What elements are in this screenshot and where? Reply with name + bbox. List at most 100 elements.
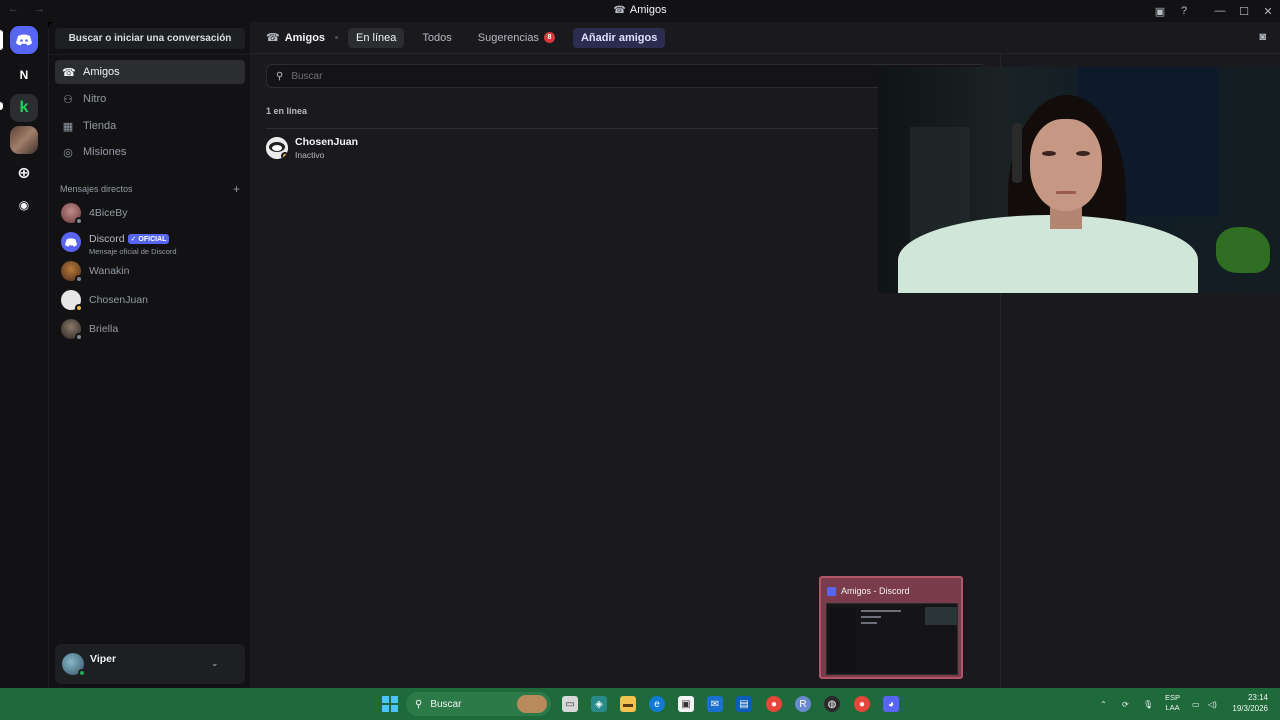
friends-icon: ☎ bbox=[613, 5, 626, 16]
dm-item[interactable]: 4BiceBy bbox=[55, 199, 245, 227]
notification-badge: 8 bbox=[543, 32, 555, 43]
mail-icon[interactable]: ✉ bbox=[707, 696, 723, 712]
app-icon[interactable]: ▤ bbox=[736, 696, 752, 712]
status-idle bbox=[75, 304, 83, 312]
taskbar-search[interactable]: ⚲ Buscar bbox=[406, 692, 551, 716]
preview-thumbnail bbox=[826, 603, 958, 675]
search-highlight-image bbox=[517, 695, 547, 713]
avatar bbox=[266, 136, 288, 159]
status-idle bbox=[281, 151, 288, 159]
friends-icon: ☎ bbox=[266, 32, 280, 44]
dm-item[interactable]: Briella bbox=[55, 315, 245, 343]
store-icon[interactable]: ▣ bbox=[678, 696, 694, 712]
maximize-button[interactable]: ☐ bbox=[1232, 5, 1256, 18]
sync-icon[interactable]: ⟳ bbox=[1122, 688, 1129, 720]
dm-item[interactable]: Wanakin bbox=[55, 257, 245, 285]
tab-all[interactable]: Todos bbox=[414, 28, 459, 48]
official-badge: ✓ OFICIAL bbox=[127, 233, 170, 244]
nav-shop[interactable]: ▦ Tienda bbox=[55, 114, 245, 138]
quests-icon: ◎ bbox=[63, 146, 73, 159]
server-n[interactable]: N bbox=[10, 61, 38, 89]
dm-name: 4BiceBy bbox=[89, 207, 128, 219]
preview-title: Amigos - Discord bbox=[827, 586, 910, 596]
create-dm-plus-icon[interactable]: + bbox=[233, 182, 240, 196]
edge-icon[interactable]: e bbox=[649, 696, 665, 712]
search-icon: ⚲ bbox=[276, 70, 284, 82]
dm-header-label: Mensajes directos bbox=[60, 184, 133, 194]
k-logo-icon: k bbox=[19, 99, 29, 116]
taskbar-window-preview[interactable]: Amigos - Discord bbox=[819, 576, 963, 679]
friends-icon: ☎ bbox=[62, 66, 76, 79]
nav-quests[interactable]: ◎ Misiones bbox=[55, 140, 245, 164]
divider bbox=[49, 54, 251, 55]
find-conversation-button[interactable]: Buscar o iniciar una conversación bbox=[55, 28, 245, 49]
widgets-icon[interactable]: ◈ bbox=[591, 696, 607, 712]
language-indicator[interactable]: ESP LAA bbox=[1165, 693, 1180, 713]
server-k[interactable]: k bbox=[10, 94, 38, 122]
avatar bbox=[61, 290, 83, 312]
webcam-overlay bbox=[878, 67, 1280, 293]
server-avatar[interactable] bbox=[10, 126, 38, 154]
avatar bbox=[61, 203, 83, 225]
add-server-icon[interactable]: ⊕ bbox=[10, 159, 38, 187]
discord-logo-icon bbox=[65, 237, 77, 246]
minimize-button[interactable]: — bbox=[1208, 5, 1232, 17]
avatar bbox=[61, 319, 83, 341]
friend-name: ChosenJuan bbox=[295, 135, 359, 148]
search-placeholder: Buscar bbox=[291, 70, 323, 82]
nav-nitro[interactable]: ⚇ Nitro bbox=[55, 87, 245, 111]
title-bar: ← → ☎ Amigos ▣ ? — ☐ ✕ bbox=[0, 0, 1280, 22]
record-app-icon[interactable]: ◍ bbox=[824, 696, 840, 712]
dm-name: Discord bbox=[89, 232, 125, 245]
discord-logo-icon bbox=[16, 34, 32, 46]
new-group-dm-icon[interactable]: ◙ bbox=[1259, 31, 1266, 43]
add-friend-button[interactable]: Añadir amigos bbox=[572, 27, 666, 48]
network-icon[interactable]: ▭ bbox=[1192, 688, 1200, 720]
person-face bbox=[1030, 119, 1102, 211]
clock[interactable]: 23:14 19/3/2026 bbox=[1232, 692, 1268, 714]
chrome-icon[interactable]: ● bbox=[854, 696, 870, 712]
dm-header: Mensajes directos + bbox=[60, 182, 240, 196]
friends-heading: ☎ Amigos bbox=[266, 31, 326, 45]
nav-friends[interactable]: ☎ Amigos bbox=[55, 60, 245, 84]
status-offline bbox=[75, 217, 83, 225]
friend-status: Inactivo bbox=[295, 149, 325, 160]
r-app-icon[interactable]: R bbox=[795, 696, 811, 712]
shop-icon: ▦ bbox=[62, 120, 74, 133]
user-avatar[interactable] bbox=[62, 653, 86, 677]
explore-compass-icon[interactable]: ◉ bbox=[10, 191, 38, 219]
task-view-icon[interactable]: ▭ bbox=[562, 696, 578, 712]
search-icon: ⚲ bbox=[415, 698, 423, 710]
dm-subtitle: Mensaje oficial de Discord bbox=[89, 246, 177, 256]
username: Viper bbox=[90, 653, 117, 665]
window-title: ☎ Amigos bbox=[613, 4, 667, 16]
server-list: N k ⊕ ◉ bbox=[0, 22, 48, 688]
window-controls: ▣ ? — ☐ ✕ bbox=[1148, 0, 1280, 22]
dm-item[interactable]: Discord ✓ OFICIAL Mensaje oficial de Disc… bbox=[55, 228, 245, 256]
chrome-icon[interactable]: ● bbox=[766, 696, 782, 712]
tab-suggestions[interactable]: Sugerencias 8 bbox=[470, 28, 563, 48]
chevron-up-icon[interactable]: ⌃ bbox=[1100, 688, 1107, 720]
taskbar: ⚲ Buscar ▭ ◈ ▬ e ▣ ✉ ▤ ● R ◍ ● ◕ ⌃ ⟳ 🎙 E… bbox=[0, 688, 1280, 720]
user-panel: Viper ⌄ ⌄ bbox=[55, 644, 257, 684]
plant-image bbox=[1216, 227, 1270, 273]
file-explorer-icon[interactable]: ▬ bbox=[620, 696, 636, 712]
dm-item[interactable]: ChosenJuan bbox=[55, 286, 245, 314]
dm-name: Wanakin bbox=[89, 265, 130, 277]
inbox-icon[interactable]: ▣ bbox=[1148, 5, 1172, 18]
windows-start-icon[interactable] bbox=[382, 696, 398, 712]
status-offline bbox=[75, 275, 83, 283]
close-button[interactable]: ✕ bbox=[1256, 5, 1280, 18]
home-discord-button[interactable] bbox=[10, 26, 38, 54]
microphone-icon[interactable]: 🎙 bbox=[1143, 688, 1153, 720]
nav-label: Tienda bbox=[83, 120, 117, 132]
nitro-icon: ⚇ bbox=[63, 93, 73, 106]
tab-online[interactable]: En línea bbox=[348, 27, 405, 48]
volume-icon[interactable]: ◁) bbox=[1208, 688, 1217, 720]
chevron-down-icon[interactable]: ⌄ bbox=[211, 658, 219, 669]
discord-taskbar-icon[interactable]: ◕ bbox=[883, 696, 899, 712]
dm-sidebar: Buscar o iniciar una conversación ☎ Amig… bbox=[48, 22, 257, 688]
help-icon[interactable]: ? bbox=[1172, 5, 1196, 17]
avatar bbox=[61, 261, 83, 283]
nav-label: Nitro bbox=[83, 93, 107, 105]
